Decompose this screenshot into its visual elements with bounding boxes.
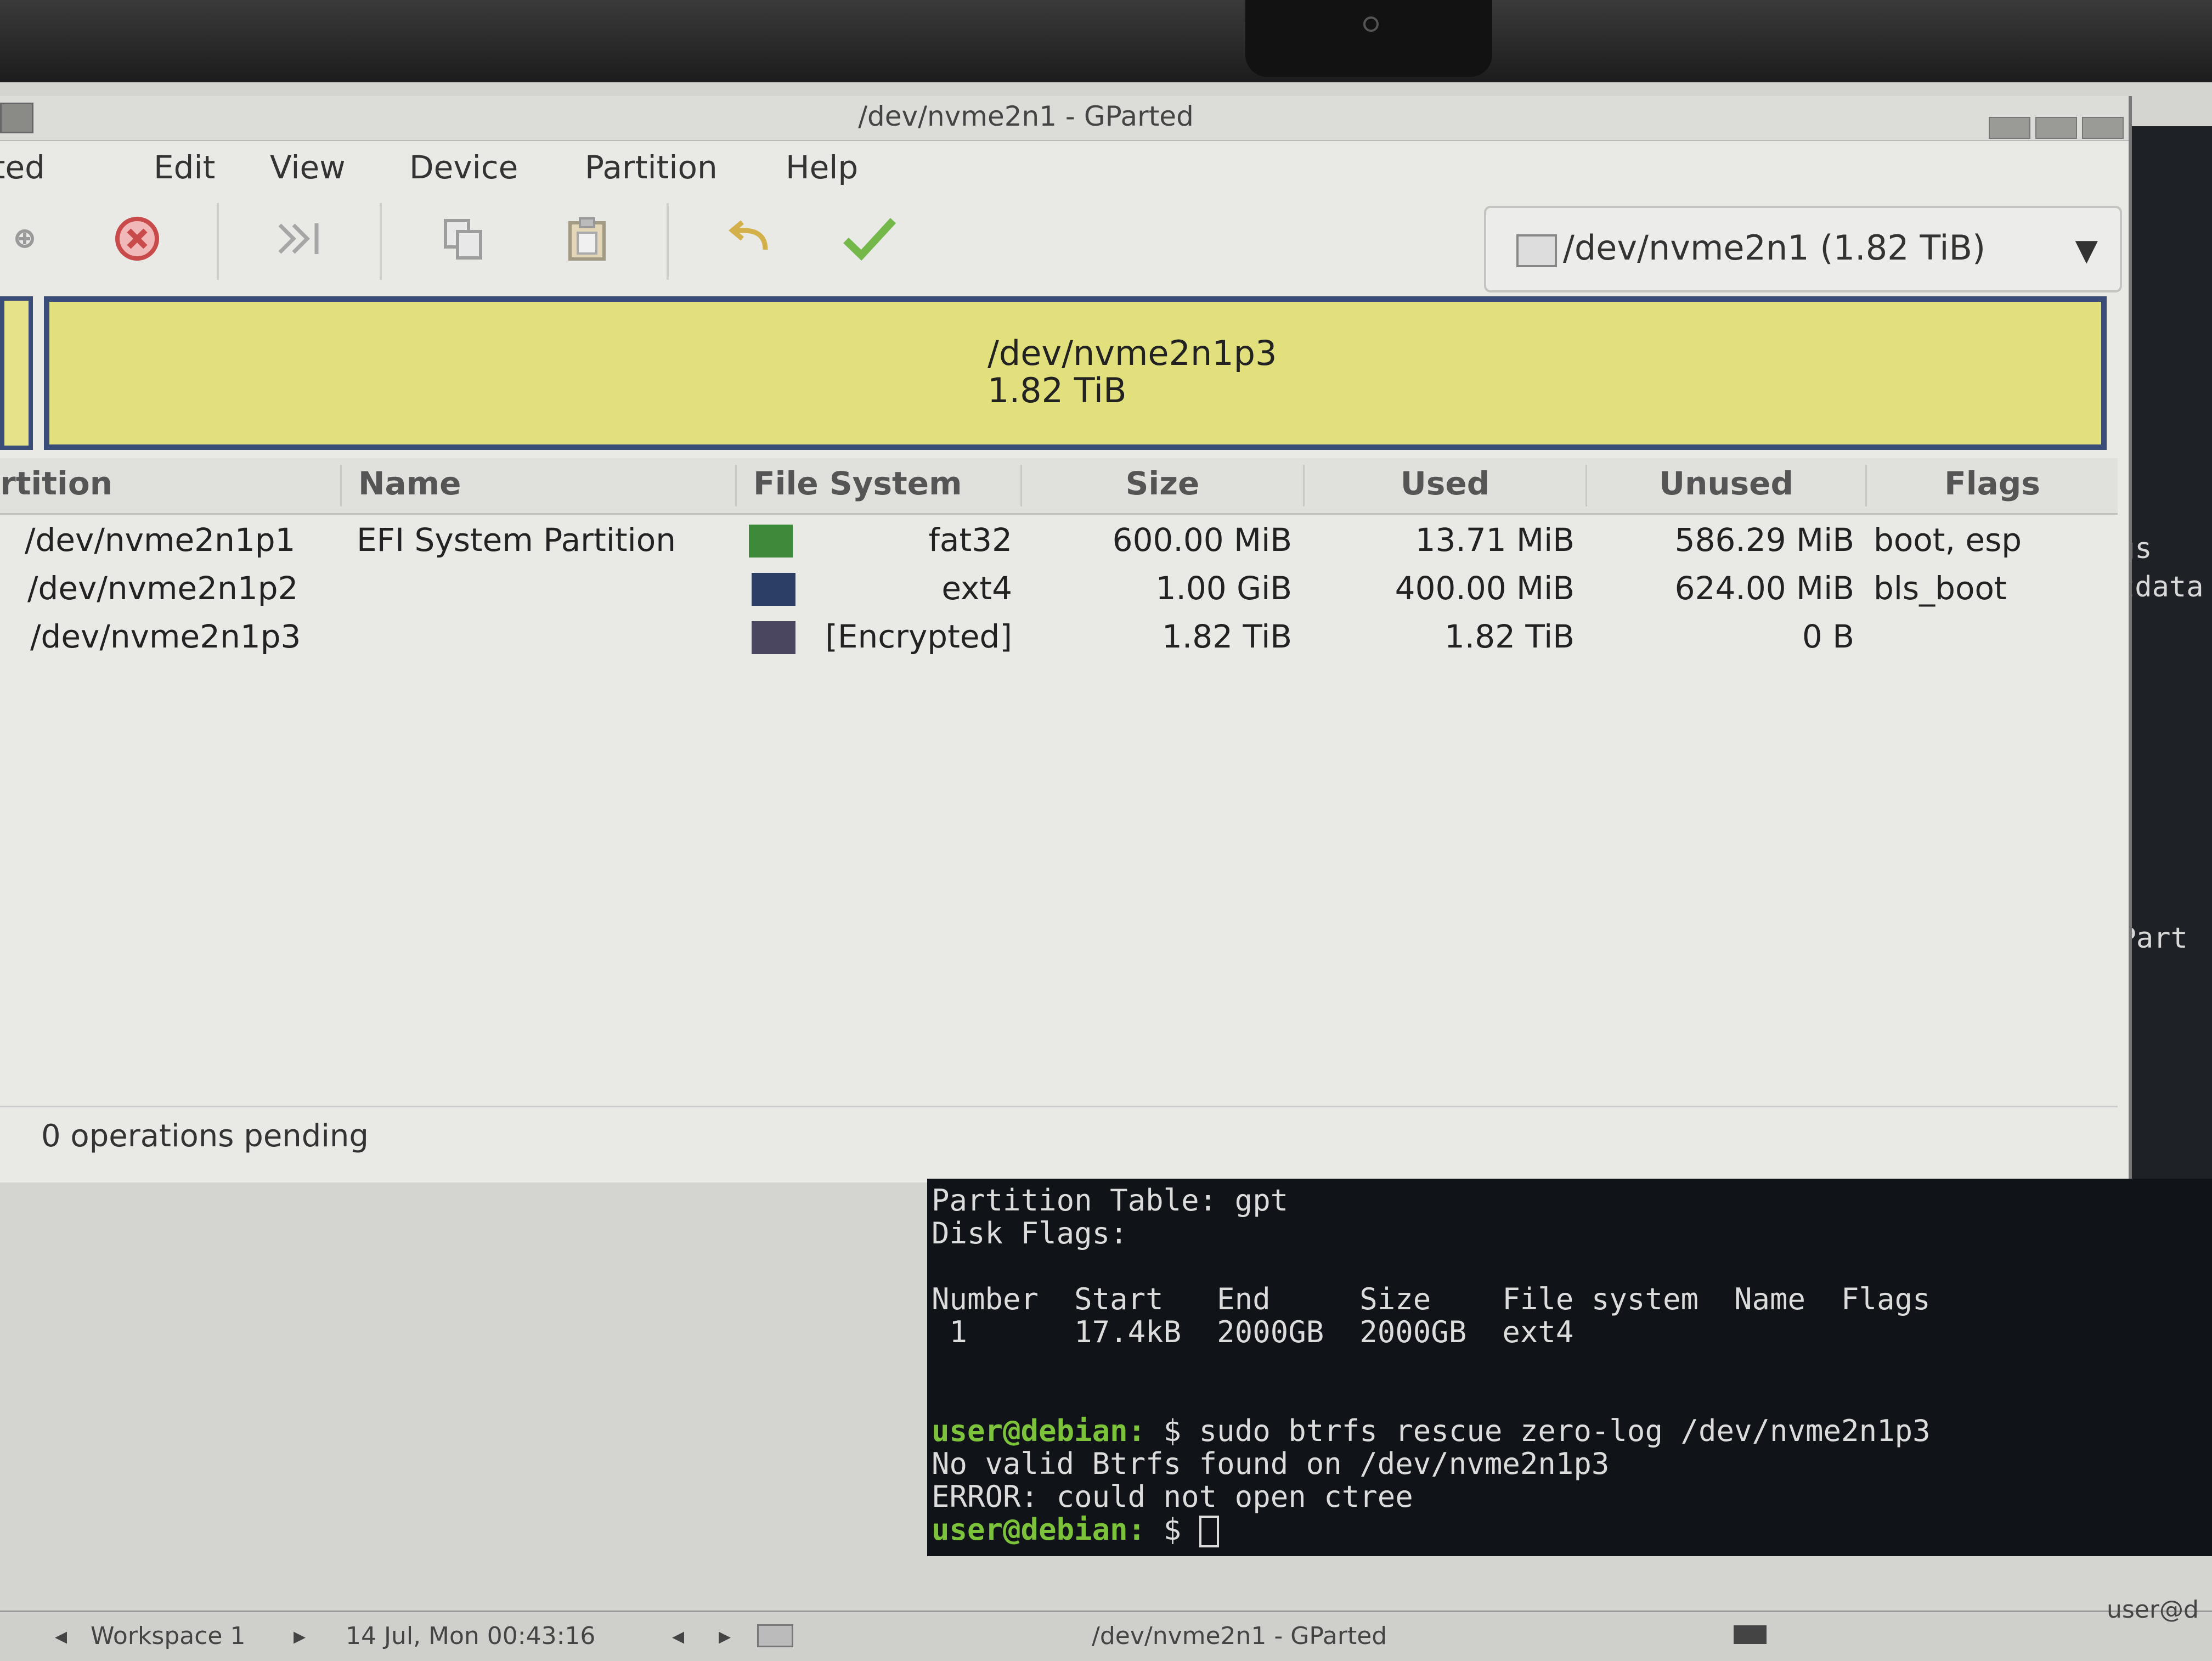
terminal-line: Partition Table: gpt — [932, 1183, 1289, 1218]
new-partition-icon[interactable] — [0, 209, 55, 269]
workspace-prev-icon[interactable]: ◂ — [55, 1622, 67, 1650]
terminal-line: No valid Btrfs found on /dev/nvme2n1p3 — [932, 1446, 1610, 1481]
table-header: Partition Name File System Size Used Unu… — [0, 458, 2118, 515]
filesystem: [Encrypted] — [825, 618, 1012, 655]
webcam — [1245, 0, 1492, 77]
toolbar-separator — [380, 203, 382, 280]
undo-icon[interactable] — [719, 209, 779, 269]
menu-partition[interactable]: Partition — [585, 149, 718, 186]
task-prev-icon[interactable]: ◂ — [672, 1622, 684, 1650]
partition-table: Partition Name File System Size Used Unu… — [0, 458, 2118, 1089]
webcam-lens — [1363, 16, 1379, 32]
title-bar[interactable]: /dev/nvme2n1 - GParted — [0, 96, 2129, 141]
device-selector-value: /dev/nvme2n1 (1.82 TiB) — [1563, 228, 1986, 268]
terminal-window[interactable]: Partition Table: gpt Disk Flags: Number … — [927, 1179, 2212, 1556]
toolbar-separator — [667, 203, 669, 280]
minimize-button[interactable] — [1989, 117, 2030, 139]
partition-unused: 0 B — [1802, 618, 1854, 655]
partition-path: /dev/nvme2n1p1 — [25, 521, 296, 559]
pending-operations: 0 operations pending — [41, 1118, 369, 1154]
apply-icon[interactable] — [839, 209, 900, 269]
terminal-line: Number Start End Size File system Name F… — [932, 1282, 1931, 1316]
terminal-command: $ sudo btrfs rescue zero-log /dev/nvme2n… — [1146, 1414, 1931, 1448]
drive-icon — [1516, 234, 1557, 267]
filesystem: fat32 — [928, 521, 1012, 559]
workspace-next-icon[interactable]: ▸ — [294, 1622, 306, 1650]
column-header-filesystem[interactable]: File System — [735, 465, 1020, 506]
terminal-prompt-tail: $ — [1146, 1512, 1199, 1547]
column-header-partition[interactable]: Partition — [0, 465, 340, 506]
terminal-command-line: user@debian: $ sudo btrfs rescue zero-lo… — [932, 1414, 1931, 1448]
tray-icon[interactable] — [1734, 1625, 1767, 1644]
table-row[interactable]: /dev/nvme2n1p1 EFI System Partition fat3… — [0, 521, 2118, 570]
partition-path: /dev/nvme2n1p2 — [27, 570, 298, 607]
filesystem-color-swatch — [749, 525, 793, 558]
menu-gparted[interactable]: GParted — [0, 149, 45, 186]
column-header-used[interactable]: Used — [1303, 465, 1585, 506]
partition-block-size: 1.82 TiB — [988, 370, 1127, 410]
resize-move-icon[interactable] — [269, 209, 329, 269]
partition-used: 400.00 MiB — [1395, 570, 1575, 607]
column-header-size[interactable]: Size — [1020, 465, 1303, 506]
table-row[interactable]: /dev/nvme2n1p2 ext4 1.00 GiB 400.00 MiB … — [0, 570, 2118, 618]
table-row[interactable]: /dev/nvme2n1p3 [Encrypted] 1.82 TiB 1.82… — [0, 618, 2118, 666]
task-next-icon[interactable]: ▸ — [719, 1622, 731, 1650]
partition-unused: 586.29 MiB — [1674, 521, 1854, 559]
clock: 14 Jul, Mon 00:43:16 — [346, 1622, 596, 1650]
taskbar-task[interactable]: /dev/nvme2n1 - GParted — [1092, 1622, 1387, 1650]
terminal-cursor — [1199, 1516, 1219, 1548]
partition-block-main[interactable]: /dev/nvme2n1p3 1.82 TiB — [44, 296, 2107, 450]
partition-block-label: /dev/nvme2n1p3 1.82 TiB — [988, 335, 1277, 409]
maximize-button[interactable] — [2035, 117, 2077, 139]
partition-flags: bls_boot — [1874, 570, 2007, 607]
menu-view[interactable]: View — [270, 149, 346, 186]
menu-device[interactable]: Device — [409, 149, 518, 186]
monitor-bezel — [0, 0, 2212, 82]
window-icon — [757, 1624, 793, 1647]
partition-name: EFI System Partition — [357, 521, 676, 559]
taskbar-user: user@d — [2107, 1596, 2199, 1624]
toolbar: /dev/nvme2n1 (1.82 TiB) ▼ — [0, 192, 2129, 294]
partition-flags: boot, esp — [1874, 521, 2022, 559]
delete-icon[interactable] — [107, 209, 167, 269]
partition-block-small[interactable] — [0, 296, 33, 450]
status-bar: 0 operations pending — [0, 1106, 2118, 1168]
terminal-input-line[interactable]: user@debian: $ — [932, 1512, 1219, 1548]
terminal-line: Disk Flags: — [932, 1216, 1128, 1251]
terminal-prompt: user@debian: — [932, 1414, 1146, 1448]
disk-graphic: /dev/nvme2n1p3 1.82 TiB — [0, 296, 2118, 455]
close-button[interactable] — [2082, 117, 2124, 139]
partition-size: 600.00 MiB — [1112, 521, 1292, 559]
filesystem-color-swatch — [752, 621, 795, 654]
paste-icon[interactable] — [557, 209, 617, 269]
filesystem: ext4 — [941, 570, 1012, 607]
menu-help[interactable]: Help — [786, 149, 858, 186]
partition-block-name: /dev/nvme2n1p3 — [988, 333, 1277, 373]
window-title: /dev/nvme2n1 - GParted — [858, 100, 1194, 132]
partition-size: 1.82 TiB — [1161, 618, 1292, 655]
gparted-window: /dev/nvme2n1 - GParted GParted Edit View… — [0, 96, 2132, 1183]
partition-path: /dev/nvme2n1p3 — [30, 618, 301, 655]
partition-used: 13.71 MiB — [1415, 521, 1575, 559]
column-header-name[interactable]: Name — [340, 465, 735, 506]
terminal-prompt: user@debian: — [932, 1512, 1146, 1547]
device-selector[interactable]: /dev/nvme2n1 (1.82 TiB) ▼ — [1484, 206, 2122, 292]
terminal-line: 1 17.4kB 2000GB 2000GB ext4 — [932, 1315, 1574, 1349]
taskbar: ◂ Workspace 1 ▸ 14 Jul, Mon 00:43:16 ◂ ▸… — [0, 1596, 2212, 1661]
menu-edit[interactable]: Edit — [154, 149, 215, 186]
partition-size: 1.00 GiB — [1155, 570, 1292, 607]
partition-used: 1.82 TiB — [1444, 618, 1575, 655]
copy-icon[interactable] — [433, 209, 494, 269]
terminal-line: ERROR: could not open ctree — [932, 1479, 1413, 1514]
column-header-unused[interactable]: Unused — [1585, 465, 1865, 506]
menu-bar: GParted Edit View Device Partition Help — [0, 141, 2129, 190]
toolbar-separator — [217, 203, 219, 280]
filesystem-color-swatch — [752, 573, 795, 606]
workspace-label[interactable]: Workspace 1 — [91, 1622, 245, 1650]
partition-unused: 624.00 MiB — [1674, 570, 1854, 607]
chevron-down-icon: ▼ — [2075, 233, 2098, 267]
column-header-flags[interactable]: Flags — [1865, 465, 2118, 506]
